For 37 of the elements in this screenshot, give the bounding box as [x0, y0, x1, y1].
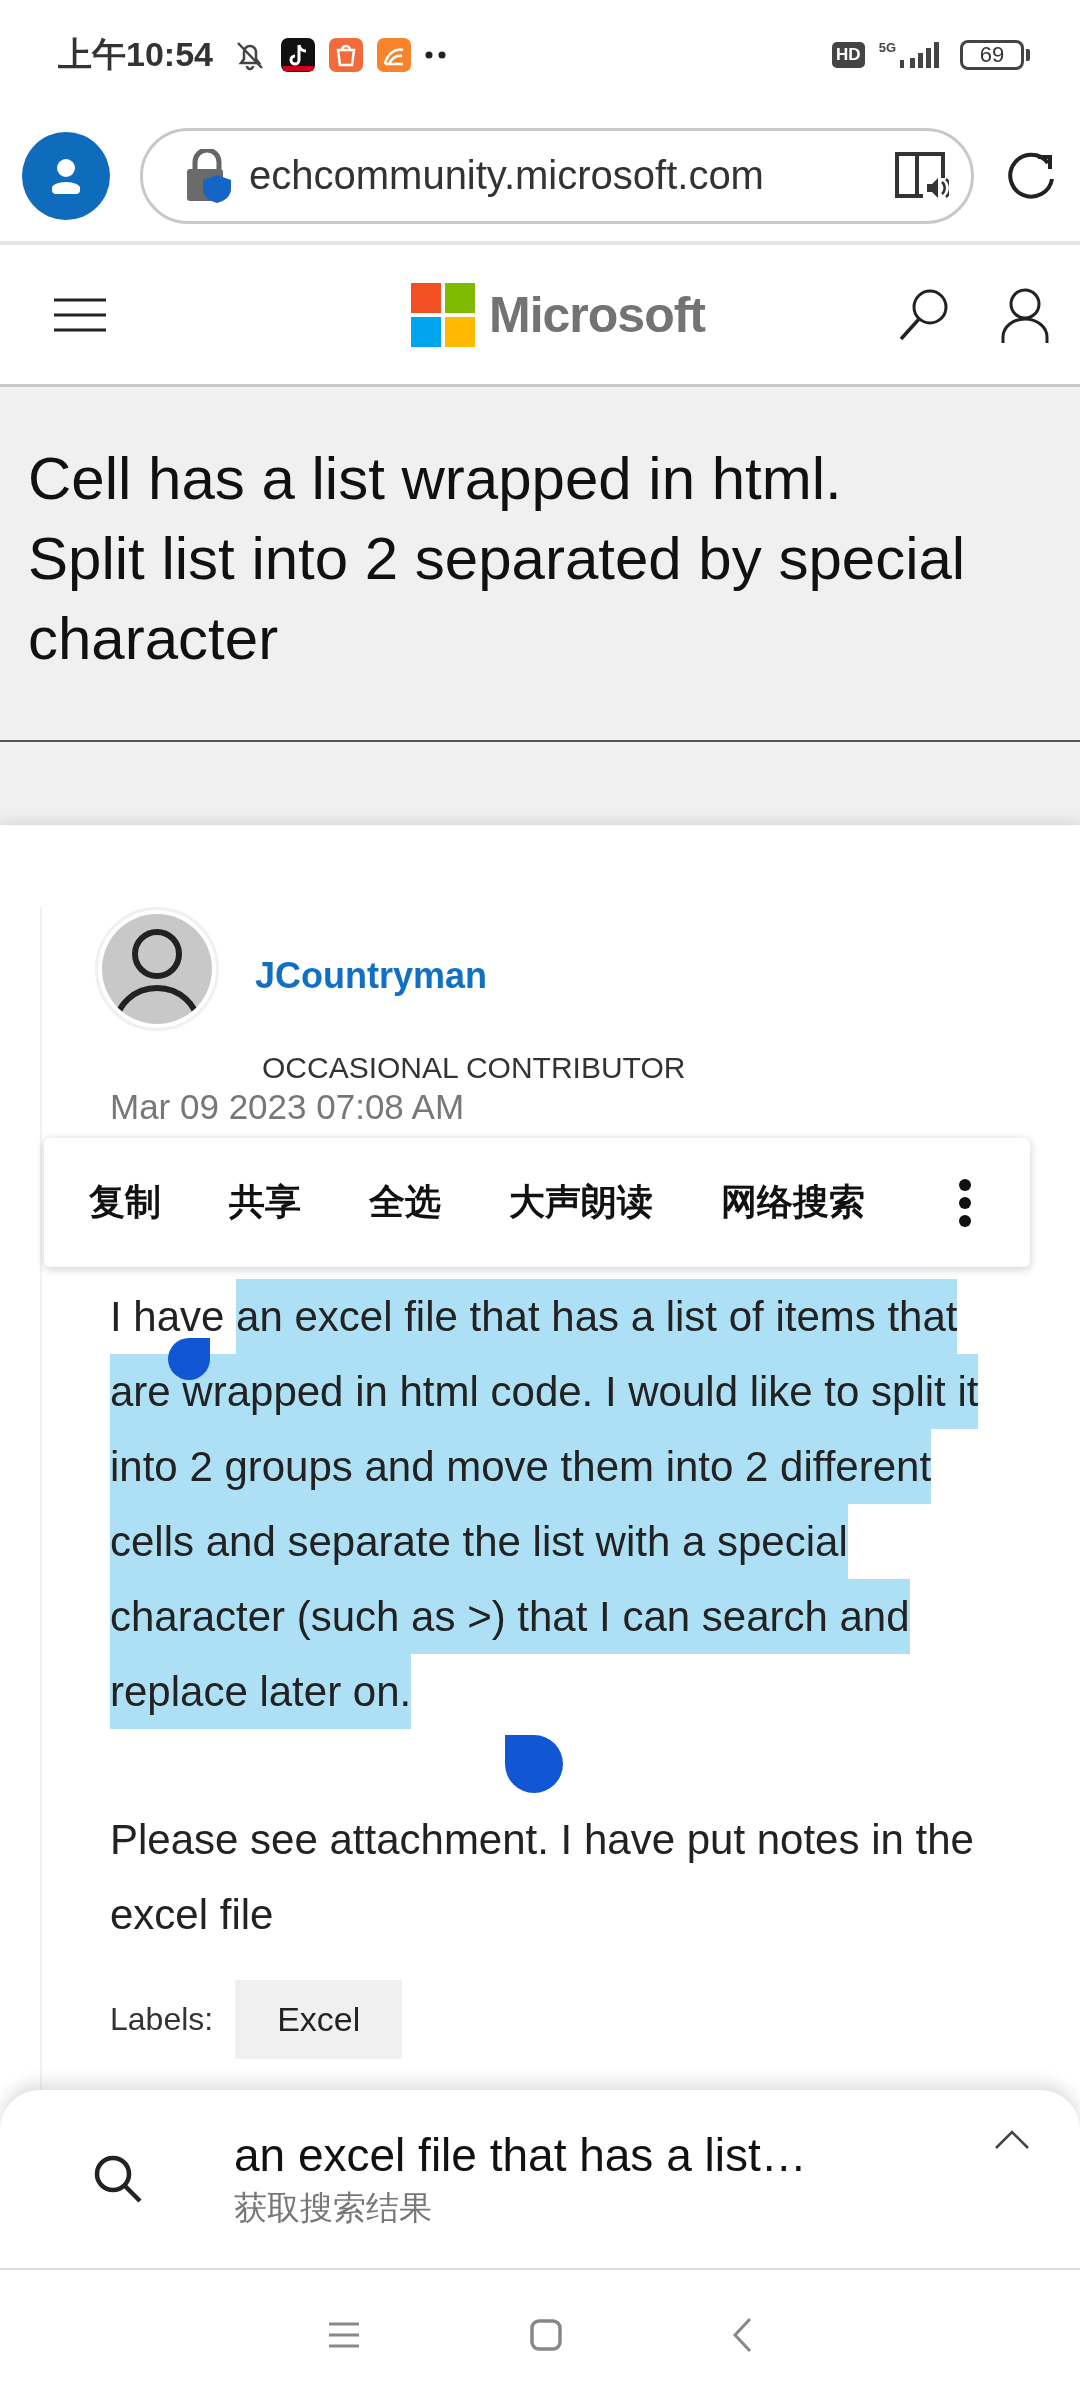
selection-handle[interactable] — [505, 1735, 563, 1793]
url-text: echcommunity.microsoft.com — [249, 153, 764, 198]
more-dots-icon — [424, 51, 447, 59]
author-role: OCCASIONAL CONTRIBUTOR — [262, 1051, 687, 1085]
person-icon[interactable] — [1000, 286, 1050, 343]
post-date: Mar 09 2023 07:08 AM — [110, 1087, 466, 1127]
menu-item[interactable]: 共享 — [229, 1178, 301, 1227]
hd-badge: HD — [832, 42, 865, 68]
post-paragraph: Please see attachment. I have put notes in the excel file — [110, 1815, 975, 1940]
menu-item[interactable]: 全选 — [369, 1178, 441, 1227]
address-bar[interactable]: echcommunity.microsoft.com — [140, 127, 974, 224]
search-hint: 获取搜索结果 — [234, 2187, 433, 2228]
menu-item[interactable]: 网络搜索 — [721, 1178, 865, 1227]
note-app-icon[interactable] — [280, 38, 315, 72]
swirl-app-icon[interactable] — [376, 38, 411, 72]
brand-name: Microsoft — [489, 285, 705, 344]
status-time: 上午10:54 — [58, 34, 213, 75]
more-options-icon[interactable] — [958, 1177, 972, 1228]
labels-caption: Labels: — [110, 2001, 214, 2038]
label-tag[interactable]: Excel — [235, 1980, 403, 2059]
profile-avatar-icon[interactable] — [22, 131, 110, 220]
home-icon[interactable] — [530, 2319, 562, 2351]
network-type: 5G — [878, 40, 896, 55]
author-name[interactable]: JCountryman — [255, 955, 488, 997]
bag-app-icon[interactable] — [328, 38, 363, 72]
menu-item[interactable]: 复制 — [89, 1178, 161, 1227]
search-icon[interactable] — [92, 2153, 144, 2205]
menu-icon[interactable] — [52, 296, 108, 333]
author-avatar[interactable] — [95, 907, 219, 1031]
four-squares-logo-icon — [411, 282, 475, 347]
chevron-up-icon[interactable] — [994, 2130, 1030, 2150]
menu-item[interactable]: 大声朗读 — [509, 1178, 653, 1227]
back-icon[interactable] — [732, 2317, 752, 2353]
recent-apps-icon[interactable] — [328, 2321, 360, 2349]
post-title: Cell has a list wrapped in html. Split list into 2 separated by special character — [28, 444, 967, 674]
search-query: an excel file that has a list… — [234, 2127, 807, 2182]
battery-indicator: 69 — [960, 40, 1024, 70]
